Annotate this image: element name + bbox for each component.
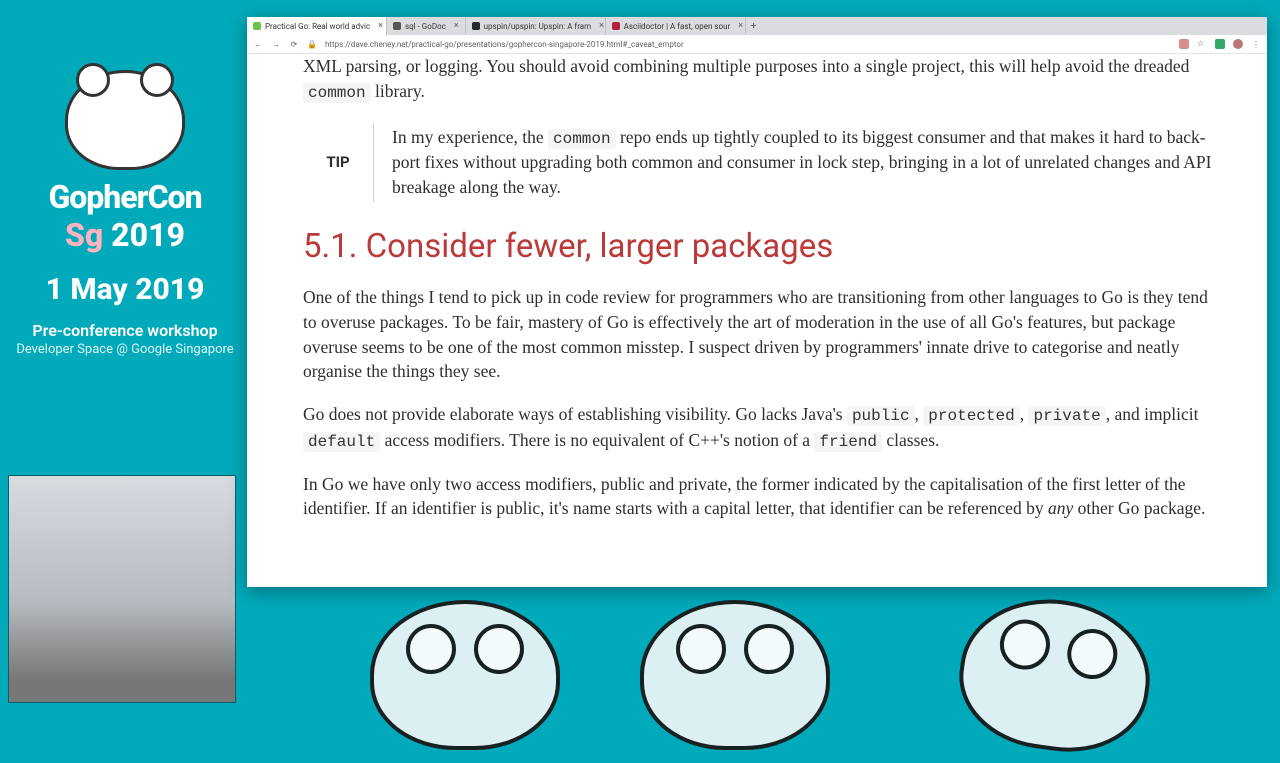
code-default: default	[303, 432, 380, 452]
code-common: common	[303, 83, 371, 103]
tip-body: In my experience, the common repo ends u…	[373, 123, 1221, 202]
bg-gopher-icon	[950, 588, 1159, 763]
address-bar: ← → ⟳ 🔒 https://dave.cheney.net/practica…	[247, 35, 1267, 54]
star-icon[interactable]: ☆	[1197, 39, 1207, 49]
brand-title-line1: GopherCon	[10, 178, 240, 216]
close-icon[interactable]: ×	[454, 21, 459, 31]
bg-gopher-icon	[640, 600, 830, 750]
profile-icon[interactable]	[1233, 39, 1243, 49]
code-private: private	[1028, 406, 1105, 426]
tab-label: upspin/upspin: Upspin: A fram	[484, 22, 592, 31]
tab-godoc[interactable]: sql - GoDoc ×	[387, 17, 466, 35]
close-icon[interactable]: ×	[599, 21, 604, 31]
close-icon[interactable]: ×	[738, 21, 743, 31]
speaker-thumbnail	[8, 475, 236, 703]
code-common: common	[548, 129, 616, 149]
tab-asciidoctor[interactable]: Asciidoctor | A fast, open sour ×	[606, 17, 746, 35]
favicon-icon	[393, 22, 401, 30]
tab-practical-go[interactable]: Practical Go: Real world advic ×	[247, 17, 387, 35]
url-text[interactable]: https://dave.cheney.net/practical-go/pre…	[325, 40, 1171, 49]
lock-icon: 🔒	[307, 40, 317, 49]
toolbar-right: ☆ ⋮	[1179, 39, 1261, 49]
brand-venue: Developer Space @ Google Singapore	[10, 342, 240, 357]
em-any: any	[1048, 498, 1073, 518]
favicon-icon	[472, 22, 480, 30]
tab-label: sql - GoDoc	[405, 22, 446, 31]
document-content[interactable]: XML parsing, or logging. You should avoi…	[247, 54, 1267, 587]
back-icon[interactable]: ←	[253, 40, 263, 49]
paragraph-overuse: One of the things I tend to pick up in c…	[303, 285, 1221, 384]
tab-upspin[interactable]: upspin/upspin: Upspin: A fram ×	[466, 17, 606, 35]
tip-block: TIP In my experience, the common repo en…	[303, 123, 1221, 202]
tip-label: TIP	[303, 123, 373, 202]
bg-gopher-icon	[370, 600, 560, 750]
brand-title-line2: Sg 2019	[10, 216, 240, 254]
forward-icon[interactable]: →	[271, 40, 281, 49]
paragraph-access-modifiers: In Go we have only two access modifiers,…	[303, 472, 1221, 522]
tab-strip: Practical Go: Real world advic × sql - G…	[247, 17, 1267, 35]
paragraph-visibility: Go does not provide elaborate ways of es…	[303, 402, 1221, 453]
code-friend: friend	[814, 432, 882, 452]
favicon-icon	[612, 22, 620, 30]
tab-label: Practical Go: Real world advic	[265, 22, 370, 31]
gopher-logo-icon	[65, 70, 185, 170]
paragraph-intro: XML parsing, or logging. You should avoi…	[303, 54, 1221, 105]
translate-icon[interactable]	[1179, 39, 1189, 49]
brand-subtitle: Pre-conference workshop	[10, 321, 240, 340]
brand-sg: Sg	[65, 216, 103, 254]
brand-date: 1 May 2019	[10, 272, 240, 307]
extension-icon[interactable]	[1215, 39, 1225, 49]
tab-label: Asciidoctor | A fast, open sour	[624, 22, 731, 31]
close-icon[interactable]: ×	[378, 21, 383, 31]
new-tab-button[interactable]: +	[746, 17, 762, 35]
section-heading: 5.1. Consider fewer, larger packages	[303, 224, 1221, 271]
event-branding: GopherCon Sg 2019 1 May 2019 Pre-confere…	[10, 70, 240, 357]
menu-icon[interactable]: ⋮	[1251, 40, 1261, 49]
code-public: public	[847, 406, 915, 426]
reload-icon[interactable]: ⟳	[289, 40, 299, 49]
brand-year: 2019	[111, 216, 185, 254]
browser-window: Practical Go: Real world advic × sql - G…	[247, 17, 1267, 587]
favicon-icon	[253, 22, 261, 30]
code-protected: protected	[923, 406, 1019, 426]
